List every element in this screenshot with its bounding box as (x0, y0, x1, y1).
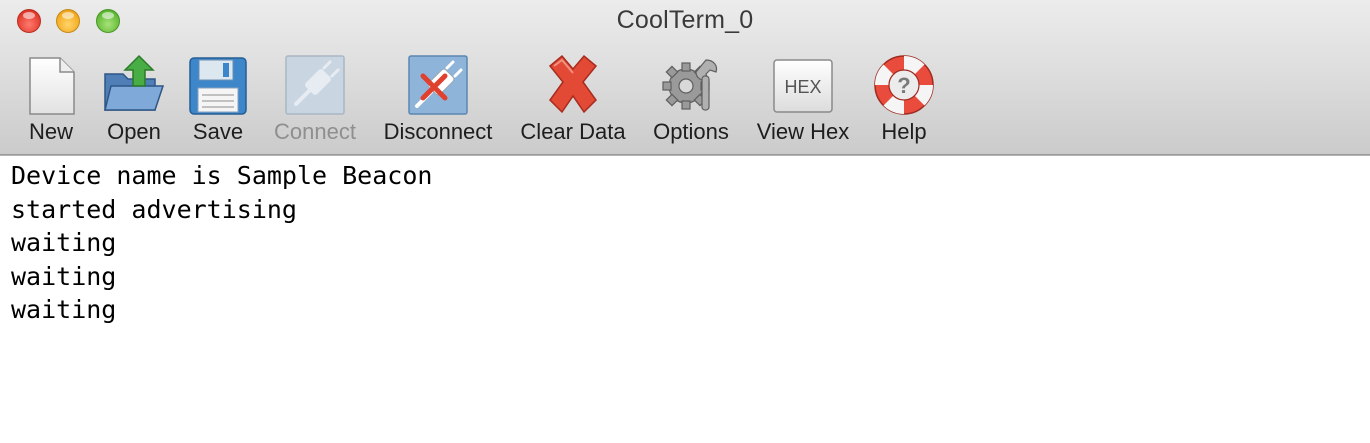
window-title: CoolTerm_0 (616, 6, 754, 34)
disconnect-button[interactable]: Disconnect (376, 52, 500, 152)
help-icon-text: ? (897, 73, 910, 98)
floppy-disk-icon (189, 57, 247, 115)
save-button[interactable]: Save (186, 52, 250, 152)
disconnect-label: Disconnect (383, 119, 493, 144)
hex-icon: HEX (773, 59, 833, 113)
gear-wrench-icon (662, 59, 718, 111)
terminal-line: waiting (11, 261, 117, 291)
coolterm-window: CoolTerm_0 New Open Save Connect Disconn… (0, 0, 1370, 443)
help-button[interactable]: ? Help (870, 52, 938, 152)
new-button[interactable]: New (19, 52, 83, 152)
hex-icon-text: HEX (784, 77, 821, 97)
clear-data-label: Clear Data (520, 119, 626, 144)
lifebuoy-help-icon: ? (874, 55, 934, 115)
terminal-line: Device name is Sample Beacon (11, 161, 433, 190)
view-hex-button[interactable]: HEX View Hex (750, 52, 856, 152)
plug-icon (285, 55, 345, 115)
view-hex-label: View Hex (756, 119, 850, 144)
connect-label: Connect (274, 119, 356, 144)
connect-button[interactable]: Connect (266, 52, 364, 152)
red-x-icon (548, 54, 598, 114)
terminal-line: waiting (11, 295, 117, 324)
terminal-output[interactable]: Device name is Sample Beacon started adv… (0, 155, 1370, 443)
title-toolbar-area: CoolTerm_0 New Open Save Connect Disconn… (0, 0, 1370, 155)
unplug-icon (408, 55, 468, 115)
save-label: Save (192, 119, 244, 144)
open-button[interactable]: Open (102, 52, 166, 152)
options-label: Options (653, 119, 729, 144)
open-label: Open (107, 119, 161, 144)
clear-data-button[interactable]: Clear Data (514, 52, 632, 152)
terminal-line: started advertising (11, 194, 297, 224)
options-button[interactable]: Options (646, 52, 736, 152)
open-folder-icon (104, 54, 165, 111)
help-label: Help (881, 119, 927, 144)
terminal-line: waiting (11, 228, 117, 257)
new-document-icon (29, 57, 75, 115)
new-label: New (28, 119, 73, 144)
